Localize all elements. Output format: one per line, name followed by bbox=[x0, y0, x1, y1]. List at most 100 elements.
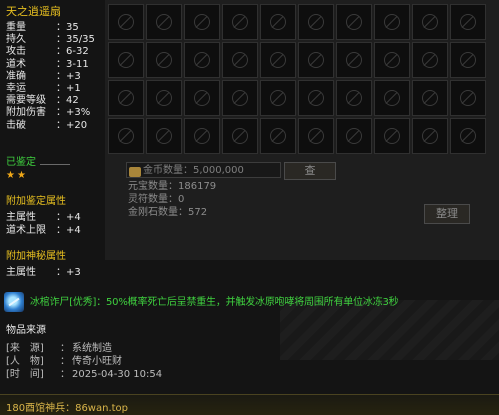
inventory-slot[interactable] bbox=[260, 42, 296, 78]
inventory-slot[interactable] bbox=[450, 4, 486, 40]
stat-value: 42 bbox=[66, 95, 79, 107]
inventory-slot[interactable] bbox=[222, 118, 258, 154]
inventory-slot[interactable] bbox=[260, 4, 296, 40]
locked-slot-icon bbox=[232, 90, 248, 106]
inventory-slot[interactable] bbox=[298, 42, 334, 78]
inventory-slot[interactable] bbox=[336, 4, 372, 40]
inventory-slot[interactable] bbox=[374, 118, 410, 154]
inventory-slot[interactable] bbox=[146, 42, 182, 78]
inventory-slot[interactable] bbox=[374, 80, 410, 116]
deposit-button[interactable]: 查 bbox=[284, 162, 336, 180]
locked-slot-icon bbox=[460, 128, 476, 144]
inventory-slot[interactable] bbox=[222, 42, 258, 78]
locked-slot-icon bbox=[194, 128, 210, 144]
inventory-grid bbox=[108, 4, 486, 154]
ice-skill-icon bbox=[4, 292, 24, 312]
inventory-slot[interactable] bbox=[184, 4, 220, 40]
inventory-slot[interactable] bbox=[108, 42, 144, 78]
stat-label: 需要等级 bbox=[6, 95, 46, 107]
inventory-slot[interactable] bbox=[108, 118, 144, 154]
locked-slot-icon bbox=[384, 128, 400, 144]
locked-slot-icon bbox=[384, 90, 400, 106]
source-value: 系统制造 bbox=[72, 343, 112, 354]
stat-colon: ： bbox=[56, 58, 66, 70]
stat-colon: ： bbox=[56, 34, 66, 46]
source-colon: ： bbox=[60, 369, 70, 380]
locked-slot-icon bbox=[422, 52, 438, 68]
locked-slot-icon bbox=[308, 14, 324, 30]
locked-slot-icon bbox=[194, 90, 210, 106]
inventory-slot[interactable] bbox=[146, 118, 182, 154]
inventory-slot[interactable] bbox=[336, 42, 372, 78]
source-key: [来 源] bbox=[6, 343, 44, 354]
inventory-slot[interactable] bbox=[298, 80, 334, 116]
inventory-slot[interactable] bbox=[222, 4, 258, 40]
stat-value: +20 bbox=[66, 119, 88, 131]
locked-slot-icon bbox=[384, 52, 400, 68]
locked-slot-icon bbox=[270, 90, 286, 106]
locked-slot-icon bbox=[460, 14, 476, 30]
source-value: 传奇小旺财 bbox=[72, 356, 122, 367]
inventory-slot[interactable] bbox=[260, 80, 296, 116]
appraised-label: 已鉴定 bbox=[6, 157, 36, 168]
stat-colon: ： bbox=[56, 83, 66, 94]
locked-slot-icon bbox=[270, 52, 286, 68]
stat-label: 重量 bbox=[6, 22, 26, 33]
stat-label: 附加伤害 bbox=[6, 107, 46, 119]
gold-label: 金币数量 bbox=[143, 165, 183, 176]
inventory-slot[interactable] bbox=[260, 118, 296, 154]
inventory-slot[interactable] bbox=[184, 118, 220, 154]
inventory-slot[interactable] bbox=[412, 4, 448, 40]
inventory-slot[interactable] bbox=[146, 4, 182, 40]
gold-colon: ： bbox=[183, 165, 193, 176]
inventory-slot[interactable] bbox=[108, 4, 144, 40]
inventory-slot[interactable] bbox=[412, 42, 448, 78]
locked-slot-icon bbox=[156, 128, 172, 144]
stat-label: 主属性 bbox=[6, 212, 36, 223]
inventory-slot[interactable] bbox=[412, 80, 448, 116]
inventory-slot[interactable] bbox=[374, 4, 410, 40]
inventory-slot[interactable] bbox=[374, 42, 410, 78]
stat-label: 持久 bbox=[6, 34, 26, 46]
stat-colon: ： bbox=[56, 107, 66, 119]
skill-description: 50%概率死亡后呈禁重生，并触发冰原咆哮将周围所有单位冰冻3秒 bbox=[106, 297, 399, 308]
inventory-slot[interactable] bbox=[222, 80, 258, 116]
locked-slot-icon bbox=[270, 14, 286, 30]
lingfu-label: 灵符数量 bbox=[128, 194, 168, 205]
stat-label: 道术上限 bbox=[6, 225, 46, 236]
stat-colon: ： bbox=[56, 95, 66, 107]
locked-slot-icon bbox=[270, 128, 286, 144]
locked-slot-icon bbox=[232, 14, 248, 30]
locked-slot-icon bbox=[346, 128, 362, 144]
inventory-slot[interactable] bbox=[298, 118, 334, 154]
skill-name: 冰棺诈尸[优秀]： bbox=[30, 297, 107, 308]
locked-slot-icon bbox=[346, 90, 362, 106]
inventory-slot[interactable] bbox=[450, 118, 486, 154]
stat-value: +3 bbox=[66, 70, 81, 82]
inventory-slot[interactable] bbox=[184, 42, 220, 78]
sort-button[interactable]: 整理 bbox=[424, 204, 470, 224]
divider bbox=[40, 164, 70, 165]
inventory-slot[interactable] bbox=[108, 80, 144, 116]
locked-slot-icon bbox=[346, 14, 362, 30]
inventory-slot[interactable] bbox=[450, 42, 486, 78]
inventory-slot[interactable] bbox=[336, 80, 372, 116]
stat-label: 准确 bbox=[6, 70, 26, 82]
inventory-slot[interactable] bbox=[450, 80, 486, 116]
locked-slot-icon bbox=[422, 90, 438, 106]
source-section-title: 物品来源 bbox=[6, 325, 46, 336]
stat-colon: ： bbox=[56, 267, 66, 278]
stat-value: 35 bbox=[66, 22, 79, 33]
inventory-slot[interactable] bbox=[298, 4, 334, 40]
diamond-label: 金刚石数量 bbox=[128, 207, 178, 218]
lingfu-value: 0 bbox=[178, 194, 185, 205]
diamond-value: 572 bbox=[188, 207, 208, 218]
inventory-slot[interactable] bbox=[146, 80, 182, 116]
locked-slot-icon bbox=[194, 14, 210, 30]
stat-colon: ： bbox=[56, 70, 66, 82]
gold-field: 金币数量：5,000,000 bbox=[126, 162, 281, 178]
inventory-slot[interactable] bbox=[412, 118, 448, 154]
inventory-slot[interactable] bbox=[336, 118, 372, 154]
gold-value: 5,000,000 bbox=[193, 165, 244, 176]
inventory-slot[interactable] bbox=[184, 80, 220, 116]
